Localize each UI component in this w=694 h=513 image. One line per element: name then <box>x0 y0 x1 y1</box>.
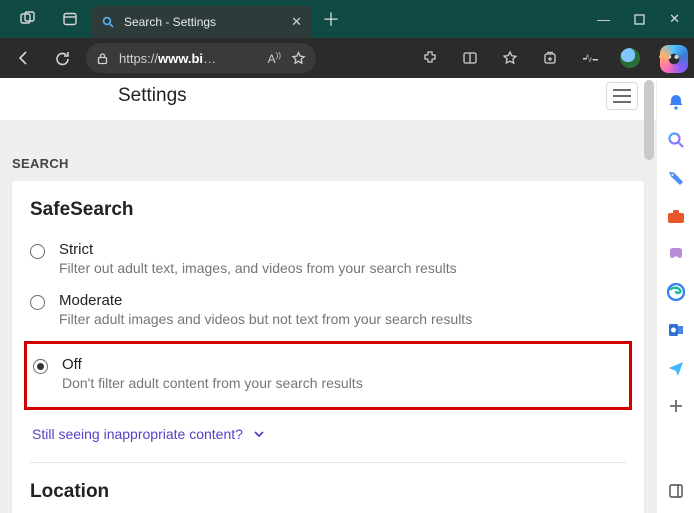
option-desc: Don't filter adult content from your sea… <box>62 375 363 391</box>
section-label-search: SEARCH <box>0 120 656 181</box>
favorite-icon[interactable] <box>291 51 306 66</box>
link-text: Still seeing inappropriate content? <box>32 426 243 442</box>
radio-moderate[interactable] <box>30 295 45 310</box>
browser-toolbar: https://www.bi… A)) ••• <box>0 38 694 78</box>
settings-menu-button[interactable] <box>606 82 638 110</box>
sidebar-send-icon[interactable] <box>666 358 686 378</box>
split-screen-icon[interactable] <box>456 44 484 72</box>
tab-favicon-icon <box>102 16 114 28</box>
window-minimize-button[interactable]: — <box>597 12 610 27</box>
favorites-icon[interactable] <box>496 44 524 72</box>
tab-title: Search - Settings <box>124 15 216 29</box>
edge-sidebar <box>656 78 694 513</box>
option-desc: Filter adult images and videos but not t… <box>59 311 472 327</box>
sidebar-edge-icon[interactable] <box>666 282 686 302</box>
chevron-down-icon <box>253 428 265 440</box>
address-url: https://www.bi… <box>119 51 216 66</box>
extensions-icon[interactable] <box>416 44 444 72</box>
safesearch-option-strict[interactable]: Strict Filter out adult text, images, an… <box>30 235 626 286</box>
location-heading: Location <box>30 481 626 503</box>
option-title: Strict <box>59 241 457 258</box>
safesearch-option-off[interactable]: Off Don't filter adult content from your… <box>27 350 623 401</box>
copilot-icon[interactable] <box>660 45 688 73</box>
page-viewport: Settings SEARCH SafeSearch Strict Filter… <box>0 78 656 513</box>
sidebar-search-icon[interactable] <box>666 130 686 150</box>
window-close-button[interactable]: ✕ <box>669 11 680 27</box>
window-maximize-button[interactable] <box>634 14 645 25</box>
sidebar-add-icon[interactable] <box>666 396 686 416</box>
safesearch-heading: SafeSearch <box>30 199 626 221</box>
report-content-link[interactable]: Still seeing inappropriate content? <box>30 416 626 456</box>
refresh-button[interactable] <box>48 44 76 72</box>
sidebar-toggle-icon[interactable] <box>666 481 686 501</box>
page-title: Settings <box>118 85 187 107</box>
read-aloud-icon[interactable]: A)) <box>268 51 281 66</box>
lock-icon <box>96 52 109 65</box>
radio-strict[interactable] <box>30 244 45 259</box>
window-titlebar: Search - Settings ✕ ＋ — ✕ <box>0 0 694 38</box>
health-icon[interactable] <box>576 44 604 72</box>
collections-icon[interactable] <box>536 44 564 72</box>
workspaces-icon[interactable] <box>14 5 42 33</box>
sidebar-outlook-icon[interactable] <box>666 320 686 340</box>
browser-tab[interactable]: Search - Settings ✕ <box>92 6 312 38</box>
option-title: Moderate <box>59 292 472 309</box>
safesearch-option-moderate[interactable]: Moderate Filter adult images and videos … <box>30 286 626 337</box>
radio-off[interactable] <box>33 359 48 374</box>
vertical-scrollbar[interactable] <box>644 80 654 160</box>
sidebar-games-icon[interactable] <box>666 244 686 264</box>
option-title: Off <box>62 356 363 373</box>
tab-actions-icon[interactable] <box>56 5 84 33</box>
sidebar-notify-icon[interactable] <box>666 92 686 112</box>
address-bar[interactable]: https://www.bi… A)) <box>86 43 316 73</box>
new-tab-button[interactable]: ＋ <box>312 6 350 32</box>
back-button[interactable] <box>10 44 38 72</box>
sidebar-tools-icon[interactable] <box>666 206 686 226</box>
highlighted-option: Off Don't filter adult content from your… <box>24 341 632 410</box>
tab-close-button[interactable]: ✕ <box>291 14 302 30</box>
divider <box>30 462 626 463</box>
profile-avatar[interactable] <box>616 44 644 72</box>
sidebar-shop-icon[interactable] <box>666 168 686 188</box>
option-desc: Filter out adult text, images, and video… <box>59 260 457 276</box>
safesearch-panel: SafeSearch Strict Filter out adult text,… <box>12 181 644 513</box>
